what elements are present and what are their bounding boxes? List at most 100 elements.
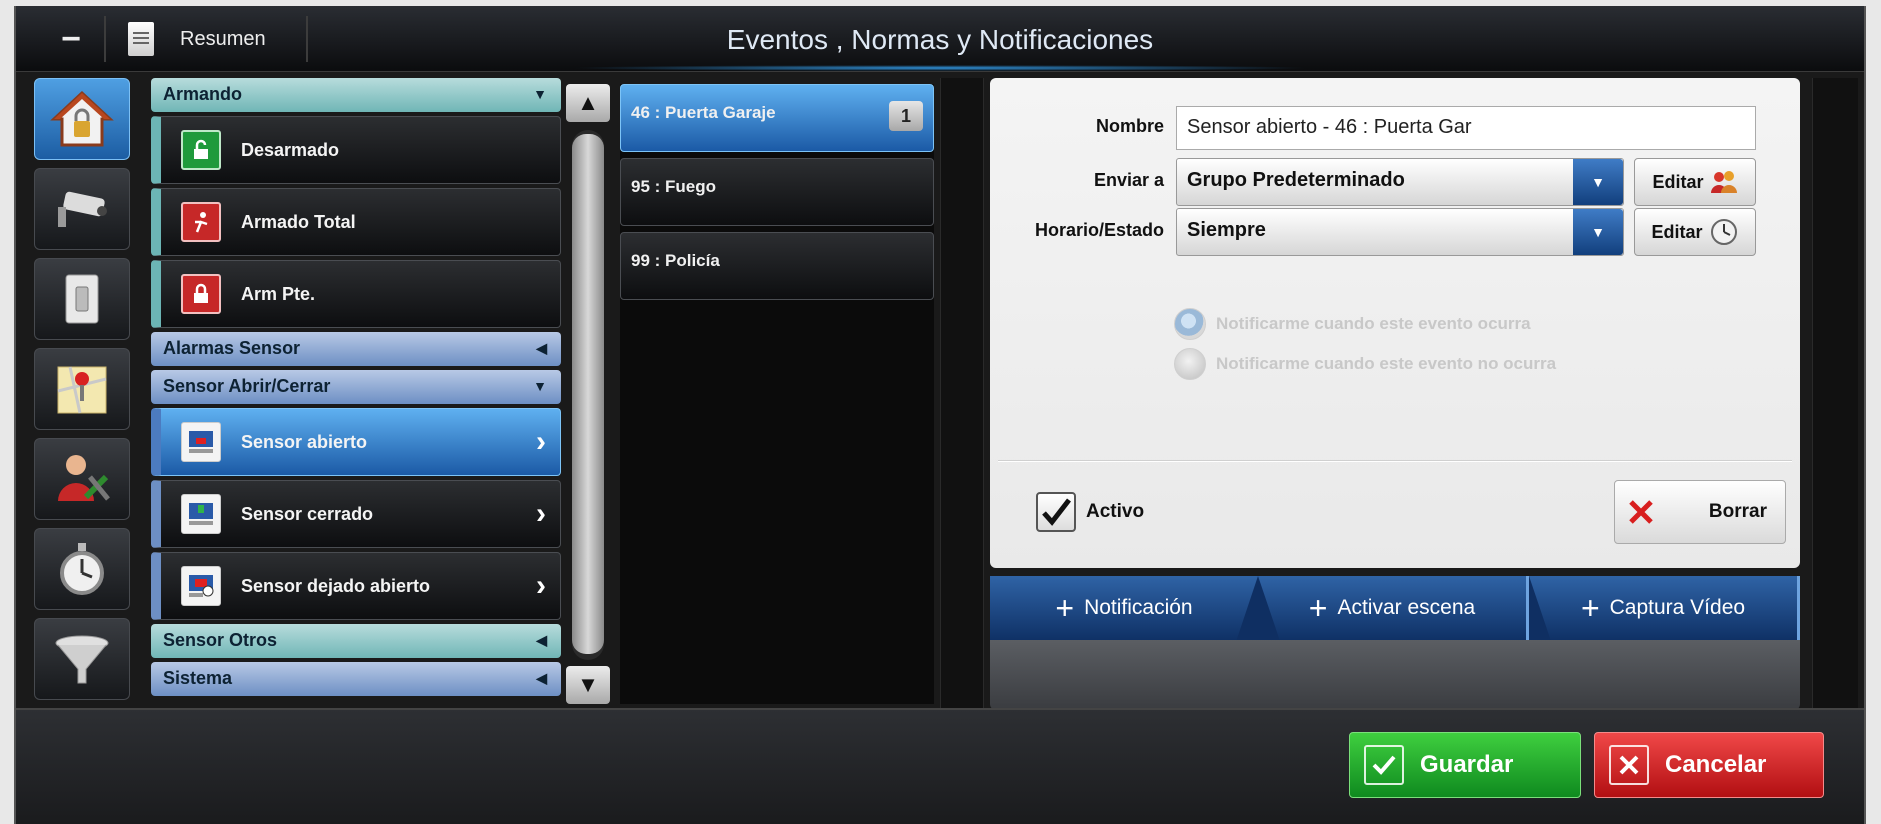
nav-map[interactable] bbox=[34, 348, 130, 430]
house-lock-icon bbox=[50, 90, 114, 147]
chevron-right-icon: › bbox=[536, 569, 546, 602]
rule-detail-panel: Nombre Sensor abierto - 46 : Puerta Gar … bbox=[990, 78, 1800, 568]
category-item-label: Sensor cerrado bbox=[241, 503, 374, 524]
clock-icon bbox=[1710, 219, 1737, 245]
unlocked-padlock-icon bbox=[181, 130, 221, 170]
activo-label: Activo bbox=[1086, 501, 1145, 522]
chevron-right-icon: › bbox=[536, 425, 546, 458]
edit-button-label: Editar bbox=[1652, 171, 1704, 192]
category-list: Armando ▼ Desarmado Armado Total Arm Pte… bbox=[151, 78, 561, 706]
group-users-icon bbox=[1710, 171, 1737, 193]
delete-button-label: Borrar bbox=[1708, 501, 1767, 522]
notify-occurs-option[interactable]: Notificarme cuando este evento ocurra bbox=[1174, 308, 1531, 340]
category-header-sensor-otros[interactable]: Sensor Otros ◀ bbox=[151, 624, 561, 658]
main-navigation bbox=[34, 78, 130, 708]
title-bar: − Resumen Eventos , Normas y Notificacio… bbox=[16, 6, 1864, 72]
stopwatch-icon bbox=[60, 543, 104, 595]
scroll-down-button[interactable]: ▼ bbox=[566, 666, 610, 704]
edit-schedule-button[interactable]: Editar bbox=[1634, 208, 1756, 256]
category-item-label: Desarmado bbox=[241, 139, 340, 160]
close-icon bbox=[1629, 500, 1653, 524]
notify-not-occurs-option[interactable]: Notificarme cuando este evento no ocurra bbox=[1174, 348, 1556, 380]
sensor-open-icon bbox=[181, 422, 221, 462]
rule-count-badge: 1 bbox=[889, 101, 923, 131]
sensor-closed-icon bbox=[181, 494, 221, 534]
event-item-fuego[interactable]: 95 : Fuego bbox=[620, 158, 934, 226]
category-header-armando[interactable]: Armando ▼ bbox=[151, 78, 561, 112]
section-divider bbox=[998, 460, 1792, 462]
category-item-label: Armado Total bbox=[241, 211, 356, 232]
tab-label: Notificación bbox=[1084, 596, 1193, 619]
user-tools-icon bbox=[58, 455, 110, 501]
scroll-thumb[interactable] bbox=[572, 134, 604, 654]
horario-selected-value: Siempre bbox=[1187, 219, 1266, 241]
plus-icon: + bbox=[1308, 589, 1328, 626]
category-header-label: Sensor Abrir/Cerrar bbox=[163, 376, 331, 396]
nombre-label: Nombre bbox=[1095, 116, 1164, 136]
category-item-arm-pte[interactable]: Arm Pte. bbox=[151, 260, 561, 328]
category-scrollbar[interactable]: ▲ ▼ bbox=[566, 84, 610, 704]
category-item-desarmado[interactable]: Desarmado bbox=[151, 116, 561, 184]
category-item-label: Arm Pte. bbox=[241, 283, 316, 304]
scroll-track[interactable] bbox=[572, 130, 604, 660]
column-spacer bbox=[1812, 78, 1858, 710]
nav-home-security[interactable] bbox=[34, 78, 130, 160]
radio-button[interactable] bbox=[1174, 348, 1206, 380]
nombre-field[interactable]: Sensor abierto - 46 : Puerta Gar bbox=[1176, 106, 1756, 150]
activo-checkbox[interactable] bbox=[1036, 492, 1076, 532]
tab-add-notification[interactable]: + Notificación bbox=[990, 576, 1258, 640]
category-header-alarmas-sensor[interactable]: Alarmas Sensor ◀ bbox=[151, 332, 561, 366]
radio-button[interactable] bbox=[1174, 308, 1206, 340]
plus-icon: + bbox=[1580, 589, 1600, 626]
category-header-label: Alarmas Sensor bbox=[163, 338, 301, 358]
tab-content-area bbox=[990, 640, 1800, 710]
event-item-puerta-garaje[interactable]: 46 : Puerta Garaje 1 bbox=[620, 84, 934, 152]
save-button-label: Guardar bbox=[1420, 751, 1514, 778]
scroll-up-button[interactable]: ▲ bbox=[566, 84, 610, 122]
footer-bar: Guardar Cancelar bbox=[16, 708, 1864, 824]
category-item-armado-total[interactable]: Armado Total bbox=[151, 188, 561, 256]
chevron-right-icon: › bbox=[536, 497, 546, 530]
checkmark-icon bbox=[1042, 498, 1071, 526]
plus-icon: + bbox=[1055, 589, 1075, 626]
locked-padlock-icon bbox=[181, 274, 221, 314]
category-header-sensor-abrir-cerrar[interactable]: Sensor Abrir/Cerrar ▼ bbox=[151, 370, 561, 404]
activo-toggle[interactable]: Activo bbox=[1036, 492, 1144, 532]
event-list: 46 : Puerta Garaje 1 95 : Fuego 99 : Pol… bbox=[620, 84, 934, 704]
delete-button[interactable]: Borrar bbox=[1614, 480, 1786, 544]
tab-add-scene[interactable]: + Activar escena bbox=[1258, 576, 1529, 640]
event-item-label: 46 : Puerta Garaje bbox=[631, 103, 776, 122]
funnel-icon bbox=[55, 635, 109, 684]
chevron-down-icon: ▼ bbox=[1573, 209, 1623, 255]
category-item-sensor-dejado-abierto[interactable]: Sensor dejado abierto › bbox=[151, 552, 561, 620]
chevron-down-icon: ▼ bbox=[1573, 159, 1623, 205]
action-tabs: + Notificación + Activar escena + Captur… bbox=[990, 576, 1800, 640]
checkmark-icon bbox=[1364, 745, 1404, 785]
app-window: − Resumen Eventos , Normas y Notificacio… bbox=[14, 6, 1866, 824]
tab-label: Activar escena bbox=[1337, 596, 1476, 619]
nav-users-settings[interactable] bbox=[34, 438, 130, 520]
horario-select[interactable]: Siempre ▼ bbox=[1176, 208, 1624, 256]
edit-recipients-button[interactable]: Editar bbox=[1634, 158, 1756, 206]
save-button[interactable]: Guardar bbox=[1349, 732, 1581, 798]
enviar-selected-value: Grupo Predeterminado bbox=[1187, 169, 1405, 191]
away-arm-icon bbox=[181, 202, 221, 242]
category-header-sistema[interactable]: Sistema ◀ bbox=[151, 662, 561, 696]
nav-cameras[interactable] bbox=[34, 168, 130, 250]
light-switch-icon bbox=[65, 274, 99, 324]
page-title: Eventos , Normas y Notificaciones bbox=[726, 24, 1154, 55]
chevron-down-icon: ▼ bbox=[533, 86, 547, 102]
cancel-button[interactable]: Cancelar bbox=[1594, 732, 1824, 798]
nav-rules[interactable] bbox=[34, 618, 130, 700]
event-item-label: 99 : Policía bbox=[631, 251, 720, 270]
category-item-sensor-cerrado[interactable]: Sensor cerrado › bbox=[151, 480, 561, 548]
event-item-policia[interactable]: 99 : Policía bbox=[620, 232, 934, 300]
enviar-select[interactable]: Grupo Predeterminado ▼ bbox=[1176, 158, 1624, 206]
nav-switches[interactable] bbox=[34, 258, 130, 340]
tab-add-video-capture[interactable]: + Captura Vídeo bbox=[1529, 576, 1800, 640]
chevron-left-icon: ◀ bbox=[536, 670, 547, 686]
nav-timers[interactable] bbox=[34, 528, 130, 610]
category-header-label: Sistema bbox=[163, 668, 233, 688]
title-glow bbox=[570, 65, 1310, 71]
category-item-sensor-abierto[interactable]: Sensor abierto › bbox=[151, 408, 561, 476]
